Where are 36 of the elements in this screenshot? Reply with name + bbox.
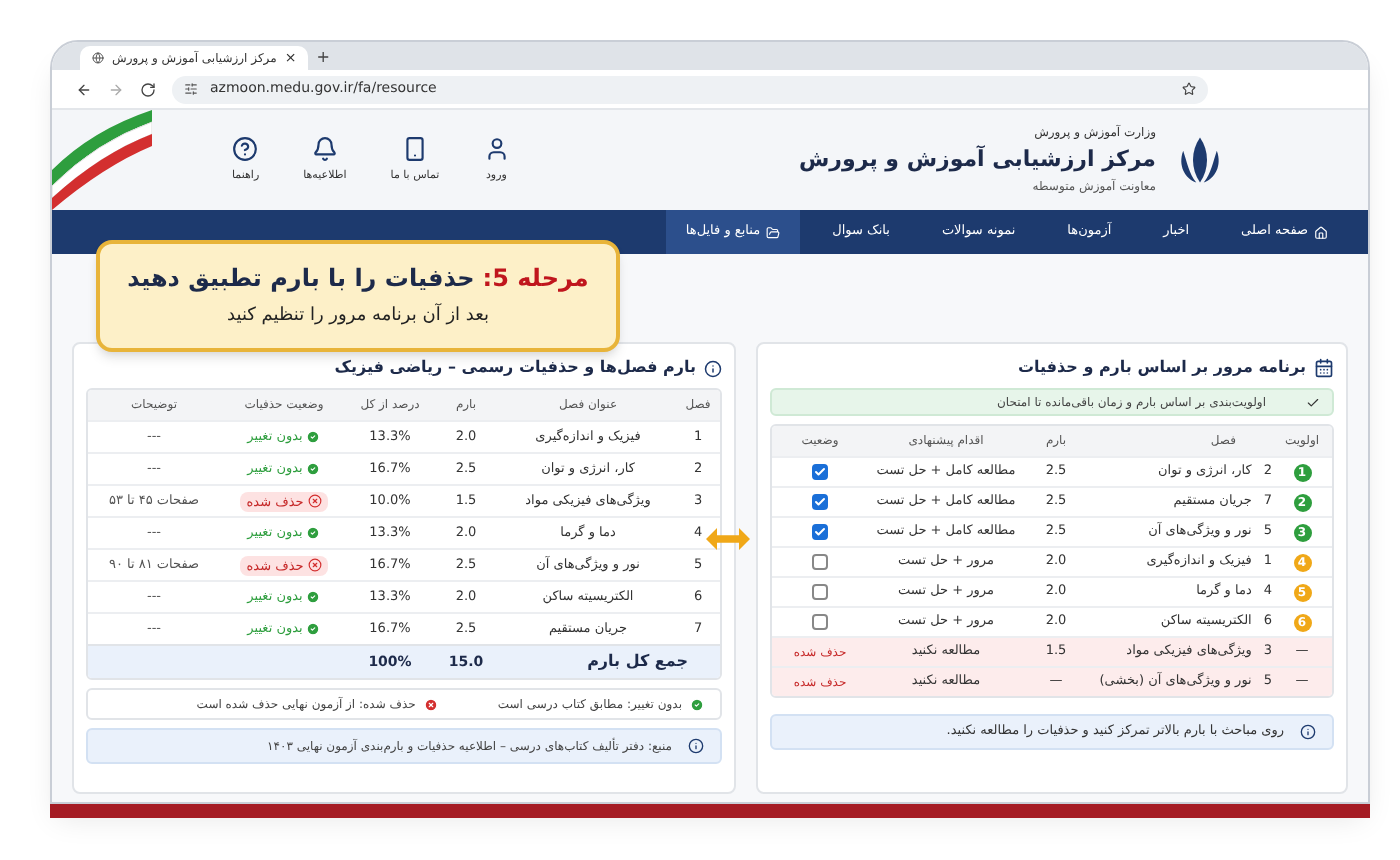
panel-title: بارم فصل‌ها و حذفیات رسمی – ریاضی فیزیک <box>334 356 696 380</box>
checkbox[interactable] <box>812 494 828 510</box>
new-tab-button[interactable]: + <box>316 46 330 70</box>
checkbox[interactable] <box>812 524 828 540</box>
check-circle-icon <box>306 590 321 604</box>
check-circle-icon <box>306 430 321 444</box>
calendar-icon <box>1314 358 1334 378</box>
step-label: مرحله 5: <box>482 262 589 297</box>
home-icon <box>1314 225 1328 239</box>
back-icon[interactable] <box>76 81 92 97</box>
checkbox[interactable] <box>812 464 828 480</box>
callout-title: حذفیات را با بارم تطبیق دهید <box>127 262 475 297</box>
check-circle-icon <box>306 622 321 636</box>
folder-icon <box>766 225 781 239</box>
bookmark-star-icon[interactable] <box>1182 82 1196 96</box>
double-arrow-icon <box>706 528 750 550</box>
check-circle-icon <box>690 697 704 711</box>
total-label: جمع کل بارم <box>585 650 690 674</box>
check-circle-icon <box>306 462 321 476</box>
check-icon <box>1306 395 1320 409</box>
info-icon <box>688 738 704 754</box>
checkbox[interactable] <box>812 554 828 570</box>
check-circle-icon <box>306 526 321 540</box>
panel-title: برنامه مرور بر اساس بارم و حذفیات <box>1017 356 1306 380</box>
checkbox[interactable] <box>812 614 828 630</box>
callout-subtitle: بعد از آن برنامه مرور را تنظیم کنید <box>227 304 489 331</box>
info-icon <box>1300 724 1316 740</box>
info-icon <box>704 359 722 377</box>
reload-icon[interactable] <box>140 81 156 97</box>
globe-icon <box>92 52 104 64</box>
site-title: مرکز ارزشیابی آموزش و پرورش <box>799 143 1156 176</box>
cross-icon <box>307 494 322 508</box>
cross-icon <box>307 558 322 572</box>
cross-icon <box>423 697 438 711</box>
site-settings-icon <box>184 82 198 96</box>
checkbox[interactable] <box>812 584 828 600</box>
